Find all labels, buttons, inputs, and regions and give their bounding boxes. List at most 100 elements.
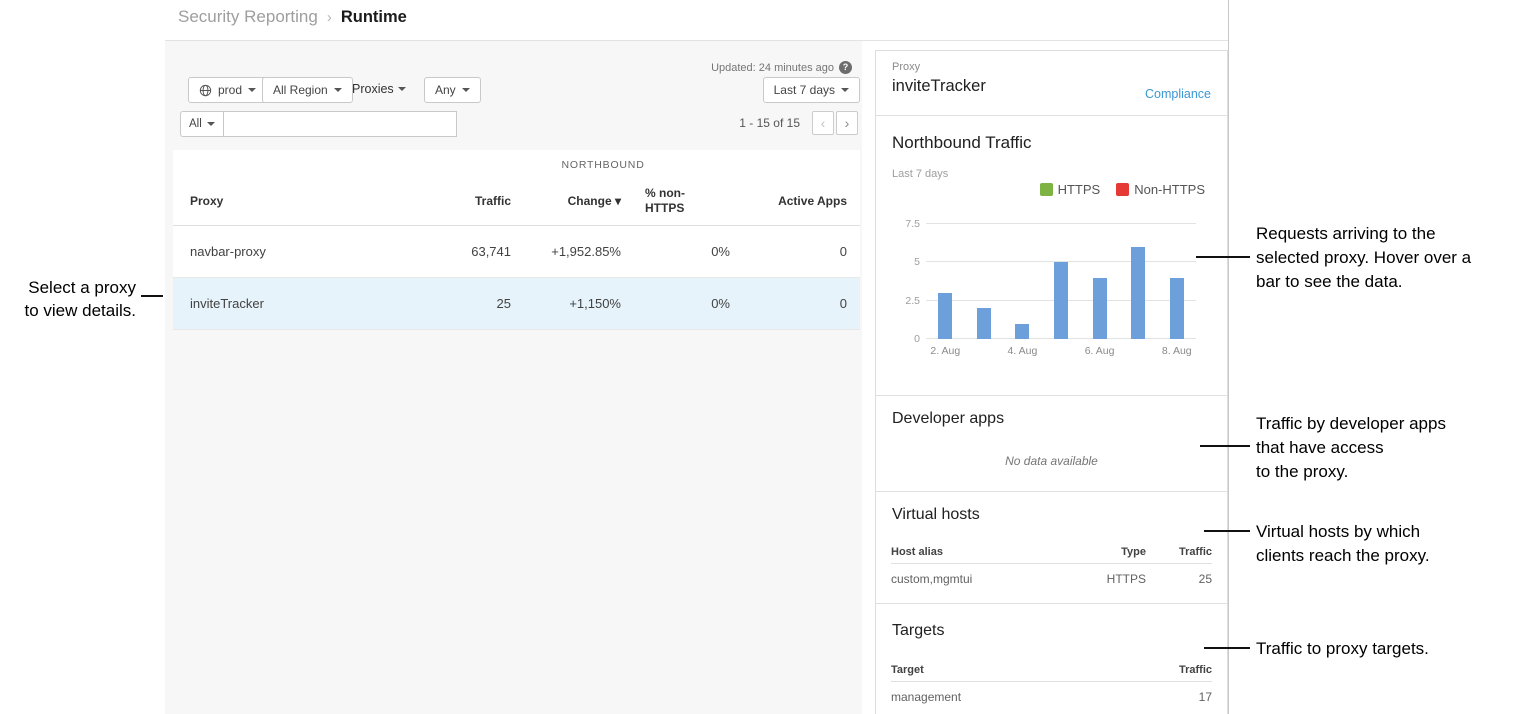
cell-host-alias: custom,mgmtui (891, 572, 1074, 586)
cell-target: management (891, 690, 1146, 704)
pagination-range: 1 - 15 of 15 (739, 116, 800, 130)
cell-type: HTTPS (1074, 572, 1146, 586)
targets-title: Targets (892, 622, 944, 640)
caret-down-icon (334, 88, 342, 92)
chart-bar[interactable] (1054, 262, 1068, 339)
cell-active-apps: 0 (730, 244, 860, 259)
cell-proxy-name: inviteTracker (173, 296, 421, 311)
legend-label-https: HTTPS (1058, 182, 1101, 197)
chart-y-axis: 02.557.5 (882, 224, 920, 339)
compliance-link[interactable]: Compliance (1145, 87, 1211, 101)
chart-bar[interactable] (1170, 278, 1184, 339)
cell-change: +1,150% (511, 296, 621, 311)
chart-bar[interactable] (938, 293, 952, 339)
https-legend-swatch-icon (1040, 183, 1053, 196)
search-input[interactable] (224, 111, 457, 137)
column-header-host-alias: Host alias (891, 546, 1074, 558)
legend-item-https: HTTPS (1040, 182, 1101, 197)
column-header-non-https[interactable]: % non-HTTPS (621, 186, 730, 216)
region-value: All Region (273, 83, 328, 97)
caret-down-icon (841, 88, 849, 92)
caret-down-icon (462, 88, 470, 92)
column-header-traffic: Traffic (1146, 664, 1212, 676)
northbound-traffic-title: Northbound Traffic (892, 133, 1032, 153)
callout-line-developer-apps (1200, 445, 1250, 447)
table-row-invitetracker[interactable]: inviteTracker 25 +1,150% 0% 0 (173, 278, 860, 330)
chart-bar[interactable] (1015, 324, 1029, 339)
column-header-change-sort[interactable]: Change ▾ (511, 194, 621, 208)
cell-active-apps: 0 (730, 296, 860, 311)
breadcrumb-chevron-icon: › (327, 9, 332, 26)
chart-x-tick-label: 6. Aug (1080, 345, 1119, 357)
column-header-traffic[interactable]: Traffic (421, 194, 511, 208)
proxies-dropdown[interactable]: Proxies (352, 82, 406, 96)
proxy-detail-panel: Proxy inviteTracker Compliance Northboun… (875, 50, 1228, 714)
region-dropdown[interactable]: All Region (262, 77, 353, 103)
breadcrumb-link-security-reporting[interactable]: Security Reporting (178, 7, 318, 27)
chart-x-tick-label (1042, 345, 1081, 357)
updated-status: Updated: 24 minutes ago ? (711, 61, 852, 74)
page-right-divider (1228, 0, 1229, 714)
developer-apps-empty-message: No data available (876, 454, 1227, 468)
search-scope-dropdown[interactable]: All (180, 111, 224, 137)
chart-bar[interactable] (977, 308, 991, 339)
caret-down-icon (248, 88, 256, 92)
developer-apps-section: Developer apps No data available (876, 396, 1227, 492)
target-row: management 17 (891, 682, 1212, 712)
northbound-traffic-subtitle: Last 7 days (892, 168, 948, 180)
chart-bar[interactable] (1093, 278, 1107, 339)
column-header-type: Type (1074, 546, 1146, 558)
date-range-dropdown[interactable]: Last 7 days (763, 77, 860, 103)
updated-text: Updated: 24 minutes ago (711, 62, 834, 74)
caret-down-icon (398, 87, 406, 91)
legend-label-non-https: Non-HTTPS (1134, 182, 1205, 197)
pagination-next-button[interactable]: › (836, 111, 858, 135)
virtual-hosts-header-row: Host alias Type Traffic (891, 540, 1212, 564)
callout-line-virtual-hosts (1204, 530, 1250, 532)
annotation-developer-apps: Traffic by developer apps that have acce… (1256, 412, 1516, 484)
pagination-prev-button[interactable]: ‹ (812, 111, 834, 135)
cell-traffic: 17 (1146, 690, 1212, 704)
virtual-hosts-table: Host alias Type Traffic custom,mgmtui HT… (891, 540, 1212, 594)
date-range-value: Last 7 days (774, 83, 835, 97)
legend-item-non-https: Non-HTTPS (1116, 182, 1205, 197)
search-group: All (180, 111, 457, 137)
annotation-targets: Traffic to proxy targets. (1256, 637, 1516, 661)
environment-dropdown[interactable]: prod (188, 77, 267, 103)
any-filter-dropdown[interactable]: Any (424, 77, 481, 103)
chart-x-tick-label: 2. Aug (926, 345, 965, 357)
targets-header-row: Target Traffic (891, 658, 1212, 682)
chart-x-tick-label: 4. Aug (1003, 345, 1042, 357)
chart-y-tick-label: 0 (914, 333, 920, 345)
table-group-header-row: NORTHBOUND (173, 150, 860, 176)
breadcrumb-current-runtime: Runtime (341, 8, 407, 27)
chart-y-tick-label: 2.5 (905, 295, 920, 307)
chart-bars (926, 224, 1196, 339)
cell-traffic: 25 (1146, 572, 1212, 586)
chart-bar[interactable] (1131, 247, 1145, 339)
chart-legend: HTTPS Non-HTTPS (1040, 182, 1205, 197)
cell-proxy-name: navbar-proxy (173, 244, 421, 259)
caret-down-icon (207, 122, 215, 126)
annotation-virtual-hosts: Virtual hosts by which clients reach the… (1256, 520, 1516, 568)
selected-proxy-name: inviteTracker (892, 77, 986, 96)
northbound-group-label: NORTHBOUND (562, 159, 645, 171)
column-header-active-apps[interactable]: Active Apps (730, 194, 860, 208)
developer-apps-title: Developer apps (892, 410, 1004, 428)
chart-x-tick-label (965, 345, 1004, 357)
cell-change: +1,952.85% (511, 244, 621, 259)
cell-non-https: 0% (621, 296, 730, 311)
chart-plot-area (926, 224, 1196, 339)
help-icon[interactable]: ? (839, 61, 852, 74)
environment-value: prod (218, 83, 242, 97)
column-header-proxy[interactable]: Proxy (173, 194, 421, 208)
chart-x-axis: 2. Aug4. Aug6. Aug8. Aug (926, 345, 1196, 357)
column-header-target: Target (891, 664, 1146, 676)
proxy-table: NORTHBOUND Proxy Traffic Change ▾ % non-… (173, 150, 860, 330)
search-scope-value: All (189, 118, 202, 130)
proxies-label-text: Proxies (352, 82, 394, 96)
annotation-select-proxy: Select a proxy to view details. (4, 276, 136, 322)
table-row-navbar-proxy[interactable]: navbar-proxy 63,741 +1,952.85% 0% 0 (173, 226, 860, 278)
table-header-row: Proxy Traffic Change ▾ % non-HTTPS Activ… (173, 176, 860, 226)
virtual-hosts-title: Virtual hosts (892, 506, 980, 524)
